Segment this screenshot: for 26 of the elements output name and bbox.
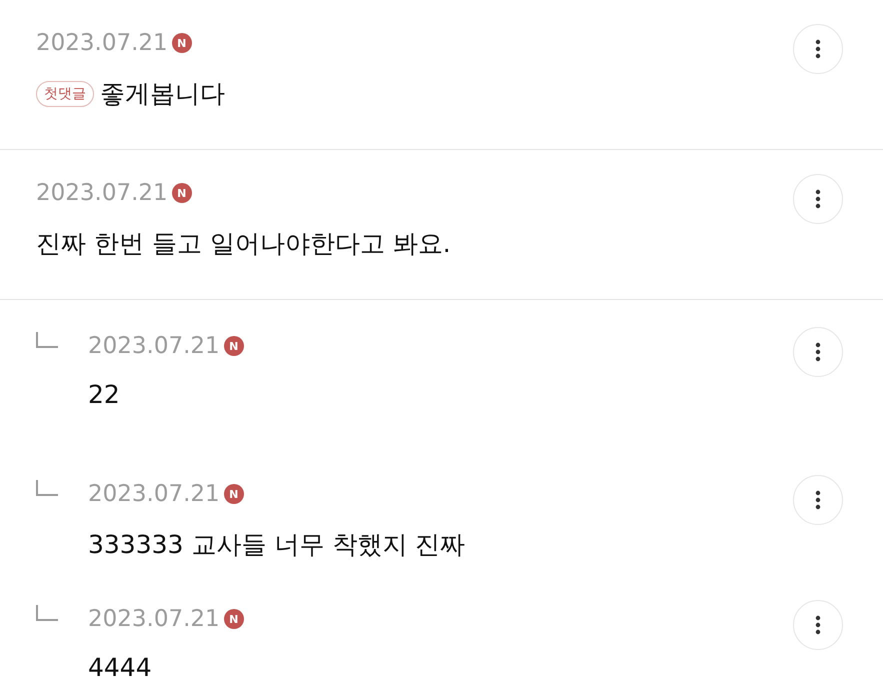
more-options-button[interactable] bbox=[793, 475, 843, 525]
comment-date: 2023.07.21 bbox=[88, 606, 220, 632]
new-badge: N bbox=[172, 33, 192, 53]
comment-date: 2023.07.21 bbox=[36, 30, 168, 56]
more-options-button[interactable] bbox=[793, 600, 843, 650]
kebab-icon bbox=[815, 490, 821, 510]
comment-text: 진짜 한번 들고 일어나야한다고 봐요. bbox=[36, 228, 451, 260]
new-badge: N bbox=[172, 183, 192, 203]
new-badge: N bbox=[224, 484, 244, 504]
kebab-icon bbox=[815, 39, 821, 59]
new-badge: N bbox=[224, 609, 244, 629]
comment-date: 2023.07.21 bbox=[36, 180, 168, 206]
comment-text: 22 bbox=[88, 380, 120, 409]
comment-date: 2023.07.21 bbox=[88, 333, 220, 359]
kebab-icon bbox=[815, 342, 821, 362]
comment-date: 2023.07.21 bbox=[88, 481, 220, 507]
kebab-icon bbox=[815, 615, 821, 635]
kebab-icon bbox=[815, 189, 821, 209]
new-badge: N bbox=[224, 336, 244, 356]
more-options-button[interactable] bbox=[793, 24, 843, 74]
more-options-button[interactable] bbox=[793, 327, 843, 377]
first-comment-tag: 첫댓글 bbox=[36, 80, 94, 106]
comment-text: 333333 교사들 너무 착했지 진짜 bbox=[88, 529, 466, 561]
comment-text: 좋게봅니다 bbox=[100, 78, 225, 110]
more-options-button[interactable] bbox=[793, 174, 843, 224]
comment-text: 4444 bbox=[88, 653, 152, 682]
